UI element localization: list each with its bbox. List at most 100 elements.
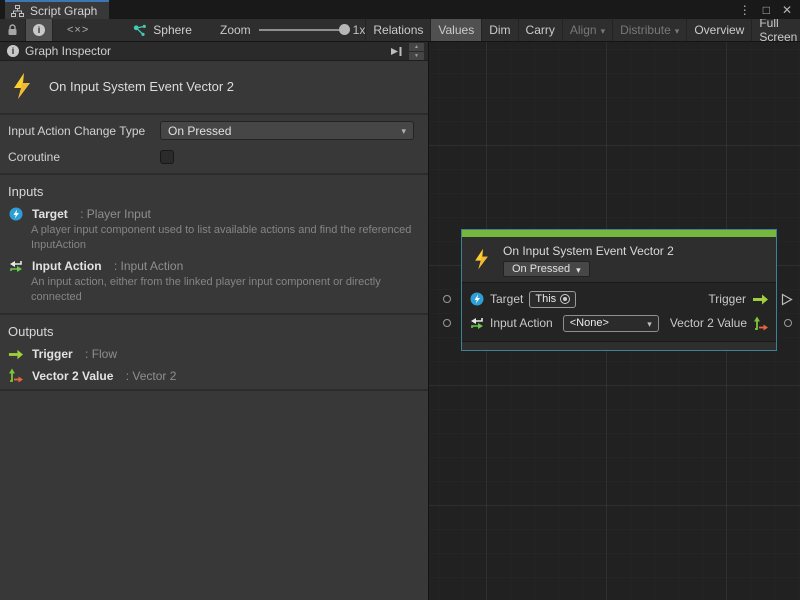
input-doc-row: Target : Player Input — [0, 204, 428, 221]
graph-node-icon — [133, 24, 147, 37]
port-description: A player input component used to list av… — [31, 223, 419, 253]
event-node[interactable]: On Input System Event Vector 2 On Presse… — [461, 229, 777, 351]
lightning-bolt-icon — [10, 72, 34, 100]
window-tab-strip: Script Graph ⋮ □ ✕ — [0, 0, 800, 19]
zoom-label: Zoom — [220, 23, 251, 37]
dim-label: Dim — [489, 23, 510, 37]
output-doc-row: Vector 2 Value : Vector 2 — [0, 365, 428, 383]
distribute-label: Distribute — [620, 23, 671, 37]
overview-label: Overview — [694, 23, 744, 37]
main-area: i Graph Inspector ▲ ▼ On Input System E — [0, 42, 800, 600]
target-port-label: Target — [490, 292, 523, 306]
window-menu-icon[interactable]: ⋮ — [739, 3, 751, 17]
node-row-input-action: Input Action <None> ▾ Vector 2 Value — [462, 311, 776, 335]
lock-button[interactable] — [0, 19, 26, 41]
coroutine-label: Coroutine — [8, 150, 160, 164]
graph-inspector-title: Graph Inspector — [25, 44, 384, 58]
chevron-down-icon: ▾ — [576, 265, 581, 276]
overview-button[interactable]: Overview — [686, 19, 751, 41]
inspector-scroll-buttons: ▲ ▼ — [409, 43, 424, 60]
outputs-heading: Outputs — [0, 315, 428, 344]
values-label: Values — [438, 23, 474, 37]
window-controls: ⋮ □ ✕ — [739, 0, 792, 19]
port-type: : Flow — [82, 347, 117, 361]
graph-reference-label: Sphere — [153, 23, 192, 37]
port-name: Target — [32, 207, 68, 221]
graph-inspector-panel: i Graph Inspector ▲ ▼ On Input System E — [0, 42, 429, 600]
input-doc-row: Input Action : Input Action — [0, 256, 428, 273]
trigger-flow-port[interactable] — [781, 293, 793, 306]
vector2-value-port[interactable] — [784, 319, 792, 327]
chevron-down-icon: ▾ — [647, 319, 652, 330]
chevron-down-icon: ▾ — [601, 26, 606, 37]
zoom-control: Zoom 1x — [220, 19, 365, 41]
port-type: : Input Action — [111, 259, 184, 273]
distribute-button[interactable]: Distribute ▾ — [612, 19, 686, 41]
scroll-up-button[interactable]: ▲ — [409, 43, 424, 51]
object-picker-icon[interactable] — [560, 294, 570, 304]
unit-title: On Input System Event Vector 2 — [49, 79, 234, 94]
port-type: : Player Input — [77, 207, 151, 221]
info-icon: i — [7, 45, 19, 57]
dock-panel-icon[interactable] — [390, 46, 403, 57]
tab-label: Script Graph — [30, 4, 97, 18]
tab-script-graph[interactable]: Script Graph — [5, 0, 109, 19]
node-header[interactable]: On Input System Event Vector 2 On Presse… — [462, 237, 776, 282]
lightning-bolt-icon — [472, 243, 491, 277]
graph-inspector-header: i Graph Inspector ▲ ▼ — [0, 42, 428, 61]
flow-arrow-icon — [752, 294, 768, 305]
input-action-icon — [8, 259, 23, 273]
input-action-dropdown[interactable]: <None> ▾ — [563, 315, 659, 332]
chevron-down-icon: ▾ — [401, 126, 406, 137]
port-name: Trigger — [32, 347, 73, 361]
target-input-port[interactable] — [443, 295, 451, 303]
target-icon — [470, 292, 484, 306]
input-action-port-label: Input Action — [490, 316, 553, 330]
divider — [0, 113, 428, 115]
chevron-down-icon: ▾ — [675, 26, 680, 37]
port-type: : Vector 2 — [122, 369, 176, 383]
window-close-icon[interactable]: ✕ — [782, 3, 792, 17]
coroutine-row: Coroutine — [0, 146, 428, 167]
align-label: Align — [570, 23, 597, 37]
relations-button[interactable]: Relations — [365, 19, 430, 41]
code-preview-button[interactable]: <×> — [53, 19, 103, 41]
carry-label: Carry — [526, 23, 555, 37]
event-mode-dropdown[interactable]: On Pressed ▾ — [503, 261, 590, 277]
node-footer — [462, 341, 776, 350]
port-description: An input action, either from the linked … — [31, 275, 419, 305]
this-object-field[interactable]: This — [529, 291, 576, 308]
trigger-port-label: Trigger — [708, 292, 746, 306]
full-screen-button[interactable]: Full Screen — [751, 19, 800, 41]
align-button[interactable]: Align ▾ — [562, 19, 612, 41]
input-action-input-port[interactable] — [443, 319, 451, 327]
node-row-target: Target This Trigger — [462, 287, 776, 311]
full-screen-label: Full Screen — [759, 16, 797, 44]
inputs-heading: Inputs — [0, 175, 428, 204]
change-type-value: On Pressed — [168, 124, 231, 138]
dim-button[interactable]: Dim — [481, 19, 517, 41]
scroll-down-button[interactable]: ▼ — [409, 52, 424, 60]
zoom-slider[interactable] — [259, 29, 345, 31]
inspector-toggle-button[interactable]: i — [26, 19, 53, 41]
graph-reference-breadcrumb[interactable]: Sphere — [133, 19, 192, 41]
window-maximize-icon[interactable]: □ — [763, 3, 770, 17]
coroutine-checkbox[interactable] — [160, 150, 174, 164]
port-name: Input Action — [32, 259, 102, 273]
change-type-dropdown[interactable]: On Pressed ▾ — [160, 121, 414, 140]
carry-button[interactable]: Carry — [518, 19, 562, 41]
port-name: Vector 2 Value — [32, 369, 113, 383]
unit-title-block: On Input System Event Vector 2 — [0, 61, 428, 113]
zoom-slider-handle[interactable] — [339, 24, 350, 35]
graph-canvas[interactable]: On Input System Event Vector 2 On Presse… — [429, 42, 800, 600]
change-type-row: Input Action Change Type On Pressed ▾ — [0, 120, 428, 141]
input-action-value: <None> — [570, 317, 609, 329]
vector2-icon — [8, 368, 23, 383]
node-accent-bar — [462, 230, 776, 237]
values-button[interactable]: Values — [430, 19, 481, 41]
vector2-port-label: Vector 2 Value — [670, 316, 747, 330]
input-action-icon — [470, 316, 484, 330]
this-value: This — [535, 293, 556, 305]
script-graph-icon — [11, 5, 24, 17]
event-mode-value: On Pressed — [512, 263, 570, 275]
